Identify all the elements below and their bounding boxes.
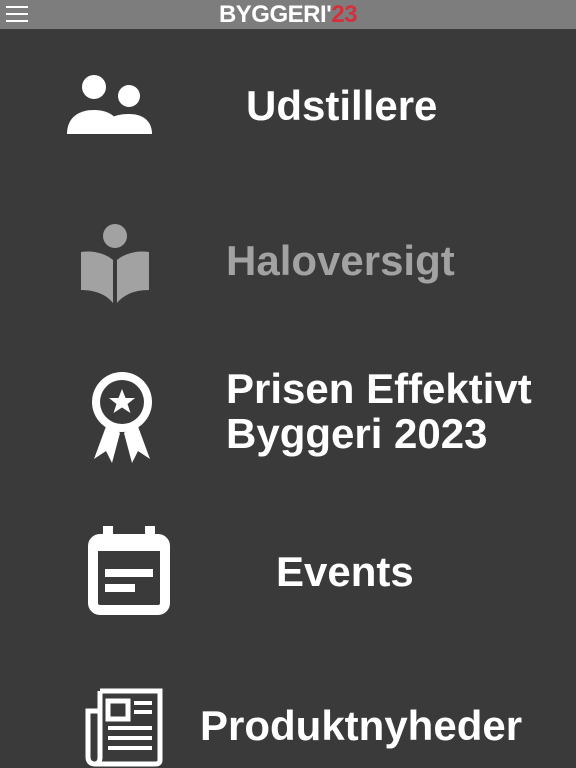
menu-item-label-line1: Prisen Effektivt xyxy=(226,365,532,412)
menu-item-label-line2: Byggeri 2023 xyxy=(226,410,488,457)
award-ribbon-icon xyxy=(92,372,152,463)
brand-logo-main: BYGGERI' xyxy=(218,1,332,28)
brand-logo: BYGGERI'23 xyxy=(0,1,576,28)
calendar-icon xyxy=(88,526,170,615)
menu-item-label: Events xyxy=(276,548,414,595)
menu-item-prisen[interactable]: Prisen Effektivt Byggeri 2023 xyxy=(0,365,576,470)
menu-item-events[interactable]: Events xyxy=(0,520,576,620)
brand-logo-year: 23 xyxy=(331,1,358,28)
menu-item-label: Haloversigt xyxy=(226,237,455,284)
people-icon xyxy=(67,75,152,134)
menu-item-udstillere[interactable]: Udstillere xyxy=(0,60,576,160)
reader-book-icon xyxy=(81,224,149,303)
menu-item-label: Produktnyheder xyxy=(200,702,523,749)
menu-item-label: Udstillere xyxy=(246,82,438,129)
menu-item-haloversigt: Haloversigt xyxy=(0,215,576,315)
menu-item-produktnyheder[interactable]: Produktnyheder xyxy=(0,680,576,768)
top-bar: BYGGERI'23 xyxy=(0,0,576,29)
newspaper-icon xyxy=(85,688,163,767)
